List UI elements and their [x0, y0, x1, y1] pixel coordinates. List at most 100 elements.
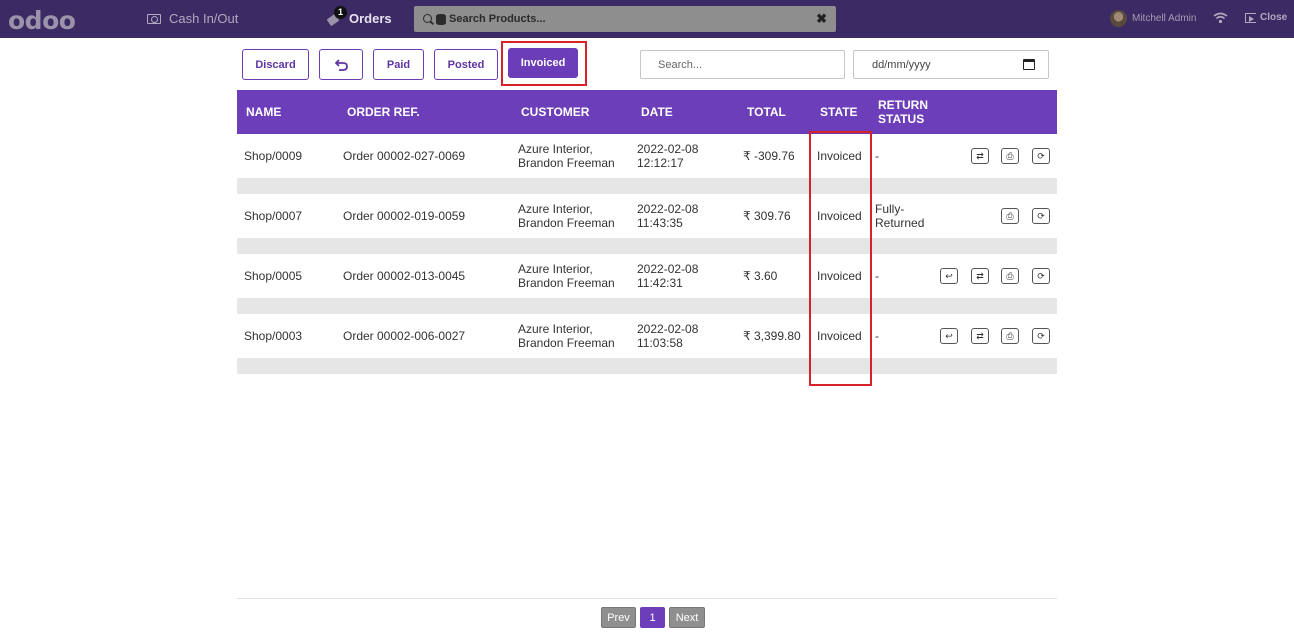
cell-order-ref: Order 00002-019-0059 [343, 209, 466, 223]
current-page-button[interactable]: 1 [640, 607, 665, 628]
header-return-status-line2: STATUS [878, 112, 925, 126]
orders-count-badge: 1 [334, 5, 347, 19]
close-label: Close [1260, 12, 1288, 23]
cash-icon [147, 13, 161, 24]
user-menu[interactable]: Mitchell Admin [1110, 10, 1196, 27]
product-search-placeholder: Search Products... [449, 13, 546, 25]
cell-return-status: - [875, 149, 879, 163]
cash-in-out-button[interactable]: Cash In/Out [147, 11, 238, 26]
cell-customer-line1: Azure Interior, [518, 202, 593, 216]
cell-order-ref: Order 00002-027-0069 [343, 149, 466, 163]
print-icon[interactable]: ⎙ [1001, 268, 1019, 284]
database-icon [436, 13, 446, 25]
cell-customer-line2: Brandon Freeman [518, 336, 615, 350]
cell-date-line1: 2022-02-08 [637, 262, 699, 276]
cell-return-status: - [875, 269, 879, 283]
sign-out-icon [1245, 12, 1256, 23]
posted-filter-button[interactable]: Posted [434, 49, 498, 80]
wifi-icon [1213, 12, 1228, 24]
cell-date-line2: 11:43:35 [637, 216, 683, 230]
row-separator [237, 298, 1057, 314]
cell-name: Shop/0005 [244, 269, 303, 283]
header-date: DATE [641, 105, 673, 119]
cell-total: ₹ -309.76 [743, 149, 795, 163]
prev-page-button[interactable]: Prev [601, 607, 636, 628]
cell-total: ₹ 3.60 [743, 269, 778, 283]
footer-divider [237, 598, 1057, 599]
top-bar: odoo Cash In/Out 1 Orders Search Product… [0, 0, 1294, 38]
orders-button[interactable]: 1 Orders [326, 5, 392, 26]
cell-name: Shop/0009 [244, 149, 303, 163]
clear-search-icon[interactable]: ✖ [816, 11, 827, 27]
state-column-highlight-box [809, 131, 872, 386]
search-input[interactable]: Search... [640, 50, 845, 79]
cell-date-line1: 2022-02-08 [637, 142, 699, 156]
table-row[interactable]: Shop/0009 Order 00002-027-0069 Azure Int… [237, 134, 1057, 178]
search-icon [423, 13, 434, 25]
exchange-icon[interactable]: ⇄ [971, 148, 989, 164]
cell-customer-line2: Brandon Freeman [518, 216, 615, 230]
header-state: STATE [820, 105, 858, 119]
cell-date-line2: 11:03:58 [637, 336, 683, 350]
header-return-status-line1: RETURN [878, 98, 928, 112]
print-icon[interactable]: ⎙ [1001, 328, 1019, 344]
avatar [1110, 10, 1127, 27]
orders-table: NAME ORDER REF. CUSTOMER DATE TOTAL STAT… [237, 90, 1057, 374]
cell-customer-line1: Azure Interior, [518, 322, 593, 336]
next-page-button[interactable]: Next [669, 607, 705, 628]
product-search-bar[interactable]: Search Products... ✖ [414, 6, 836, 32]
close-button[interactable]: Close [1245, 12, 1287, 23]
table-header: NAME ORDER REF. CUSTOMER DATE TOTAL STAT… [237, 90, 1057, 134]
cell-total: ₹ 3,399.80 [743, 329, 801, 343]
return-icon[interactable]: ↩ [940, 268, 958, 284]
reorder-icon[interactable]: ⟳ [1032, 148, 1050, 164]
calendar-icon[interactable] [1023, 59, 1035, 70]
cell-return-status-line1: Fully- [875, 202, 905, 216]
header-name: NAME [246, 105, 282, 119]
cell-date-line1: 2022-02-08 [637, 322, 699, 336]
exchange-icon[interactable]: ⇄ [971, 328, 989, 344]
print-icon[interactable]: ⎙ [1001, 208, 1019, 224]
undo-button[interactable] [319, 49, 363, 80]
cell-customer-line1: Azure Interior, [518, 262, 593, 276]
print-icon[interactable]: ⎙ [1001, 148, 1019, 164]
invoiced-highlight-box [501, 41, 587, 86]
orders-label: Orders [349, 11, 392, 26]
row-separator [237, 238, 1057, 254]
cell-name: Shop/0003 [244, 329, 303, 343]
exchange-icon[interactable]: ⇄ [971, 268, 989, 284]
reorder-icon[interactable]: ⟳ [1032, 268, 1050, 284]
header-customer: CUSTOMER [521, 105, 590, 119]
odoo-logo: odoo [8, 6, 76, 35]
row-separator [237, 358, 1057, 374]
discard-button[interactable]: Discard [242, 49, 309, 80]
return-icon[interactable]: ↩ [940, 328, 958, 344]
cell-name: Shop/0007 [244, 209, 303, 223]
ticket-icon: 1 [326, 5, 347, 26]
header-order-ref: ORDER REF. [347, 105, 420, 119]
undo-icon [334, 58, 348, 71]
cash-in-out-label: Cash In/Out [169, 11, 239, 26]
cell-date-line1: 2022-02-08 [637, 202, 699, 216]
table-row[interactable]: Shop/0005 Order 00002-013-0045 Azure Int… [237, 254, 1057, 298]
cell-order-ref: Order 00002-006-0027 [343, 329, 466, 343]
date-placeholder: dd/mm/yyyy [872, 58, 931, 71]
header-total: TOTAL [747, 105, 786, 119]
cell-date-line2: 11:42:31 [637, 276, 683, 290]
date-filter-input[interactable]: dd/mm/yyyy [853, 50, 1049, 79]
reorder-icon[interactable]: ⟳ [1032, 328, 1050, 344]
cell-return-status-line2: Returned [875, 216, 925, 230]
reorder-icon[interactable]: ⟳ [1032, 208, 1050, 224]
cell-customer-line1: Azure Interior, [518, 142, 593, 156]
table-row[interactable]: Shop/0003 Order 00002-006-0027 Azure Int… [237, 314, 1057, 358]
cell-customer-line2: Brandon Freeman [518, 156, 615, 170]
cell-order-ref: Order 00002-013-0045 [343, 269, 466, 283]
table-row[interactable]: Shop/0007 Order 00002-019-0059 Azure Int… [237, 194, 1057, 238]
cell-total: ₹ 309.76 [743, 209, 791, 223]
row-separator [237, 178, 1057, 194]
user-name: Mitchell Admin [1132, 13, 1197, 24]
cell-date-line2: 12:12:17 [637, 156, 684, 170]
cell-customer-line2: Brandon Freeman [518, 276, 615, 290]
paid-filter-button[interactable]: Paid [373, 49, 424, 80]
cell-return-status: - [875, 329, 879, 343]
